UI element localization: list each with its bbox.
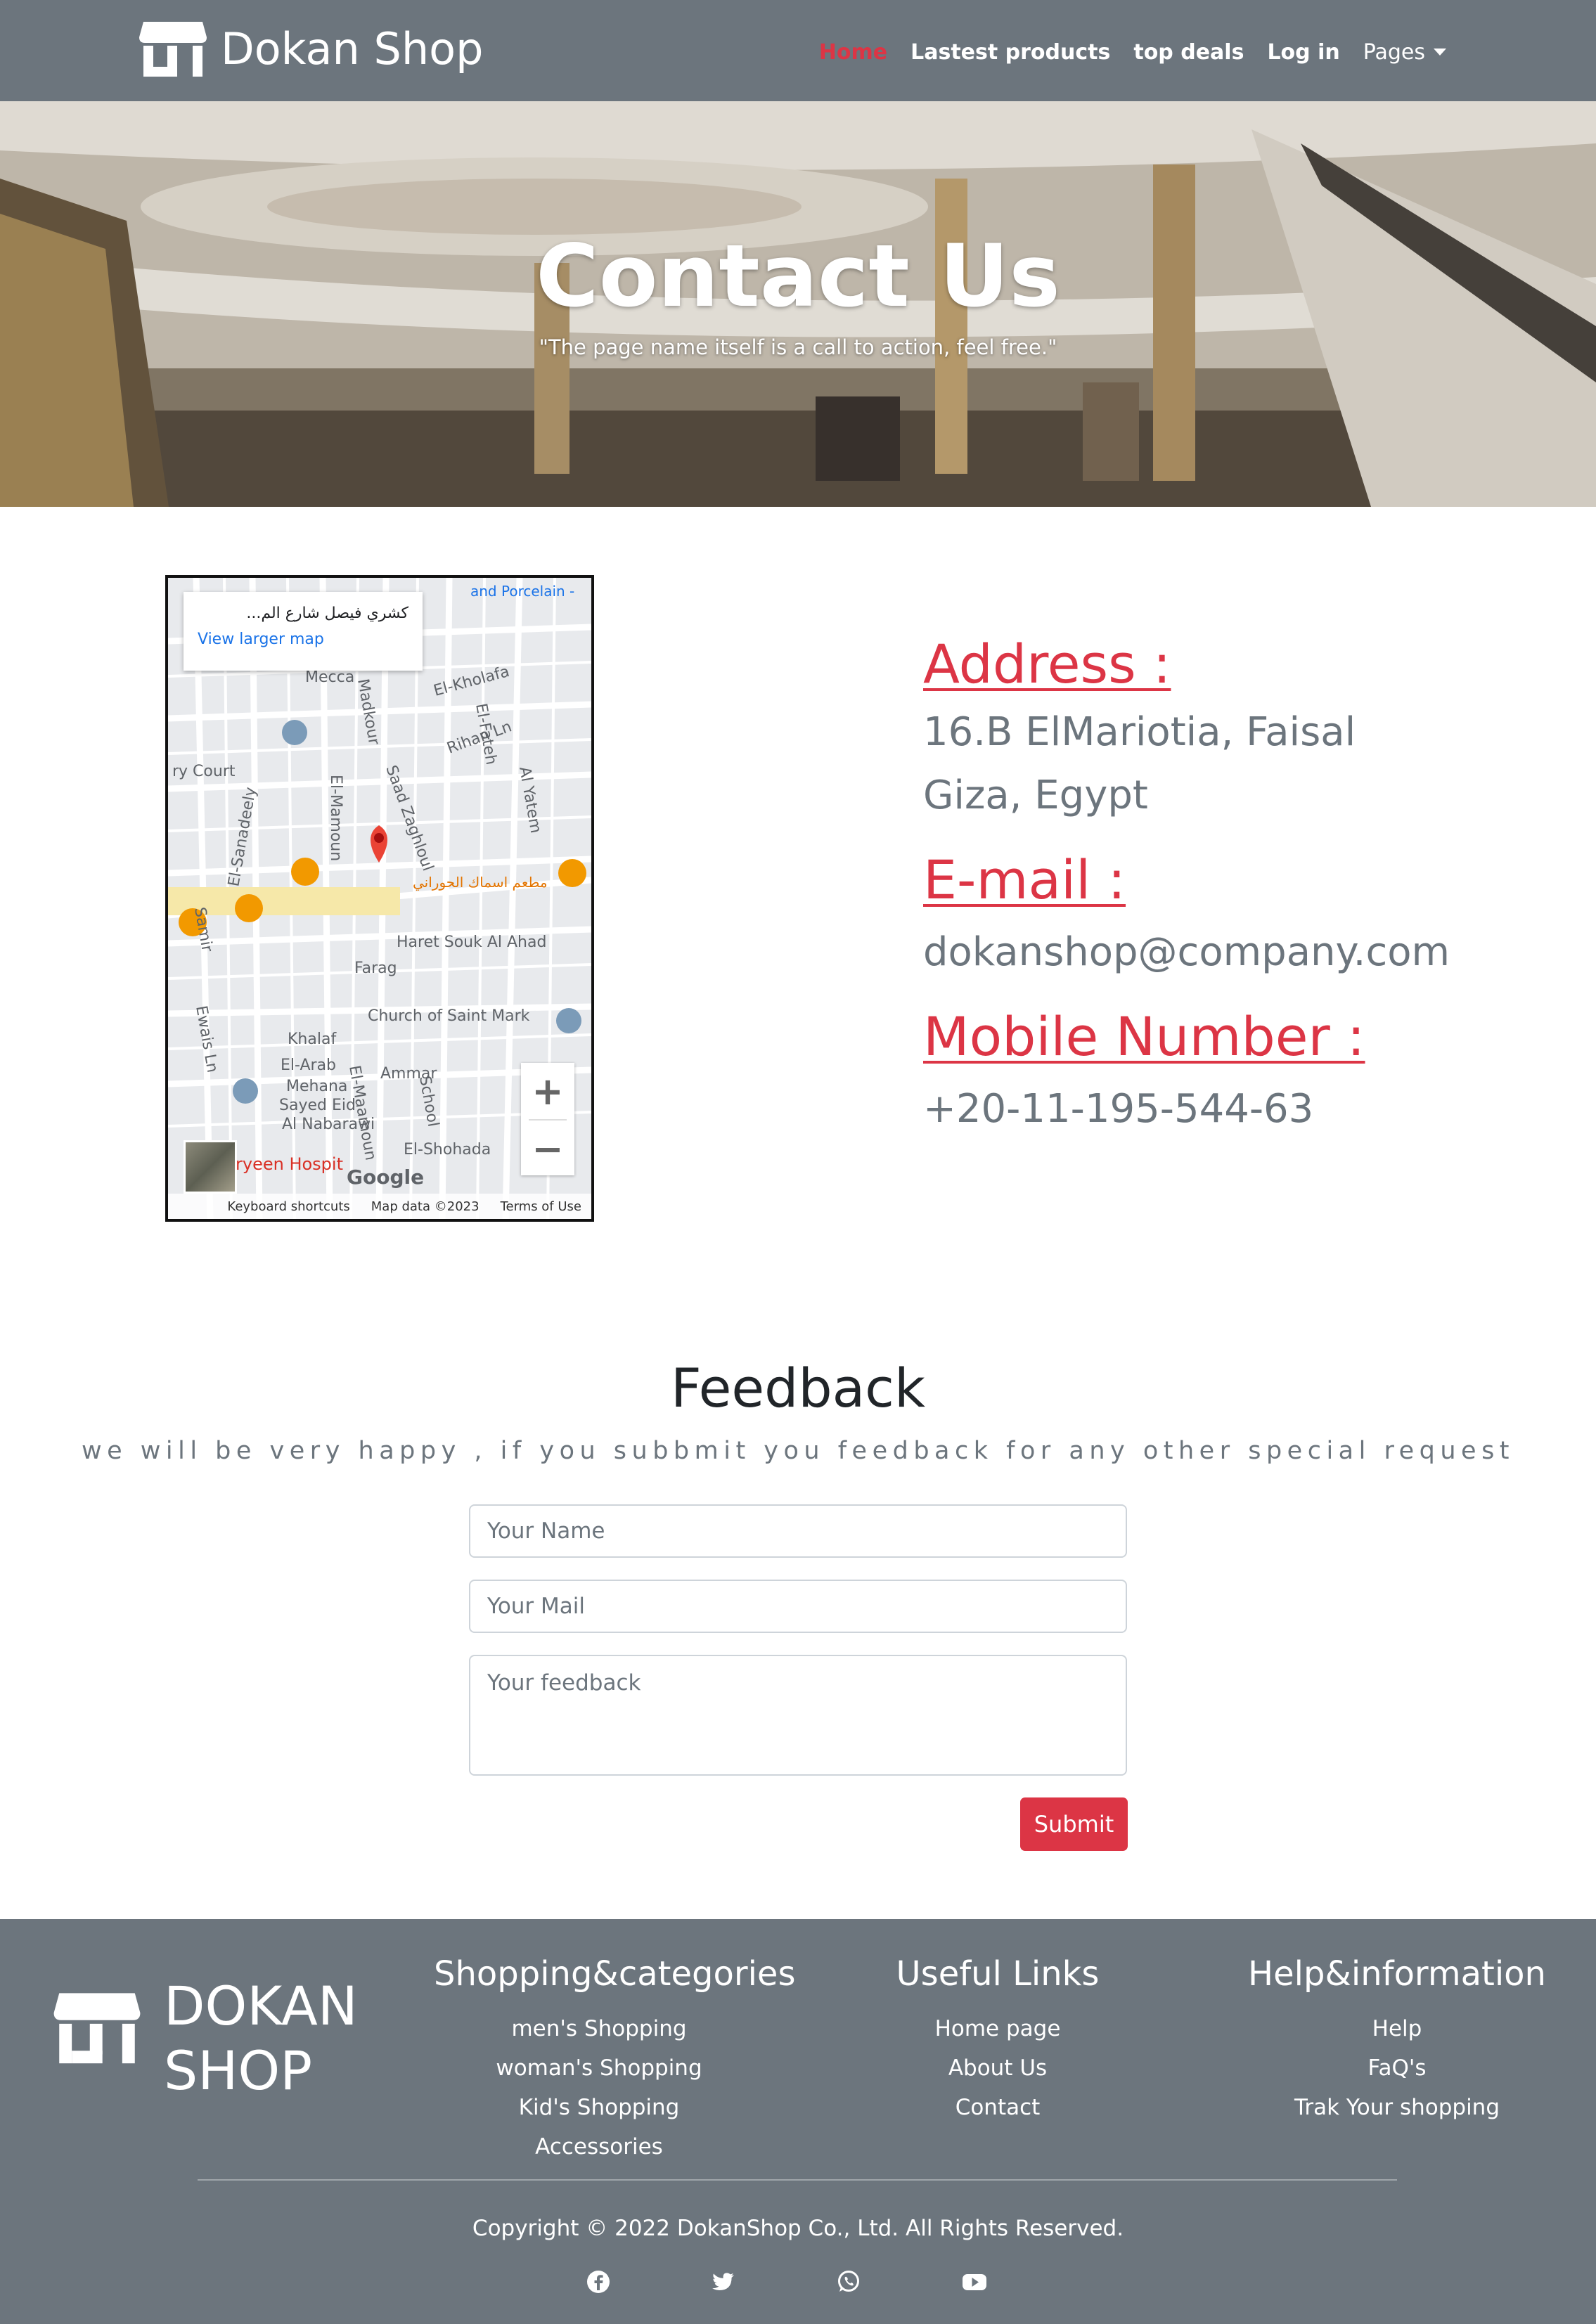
footer-link-about-us[interactable]: About Us	[871, 2048, 1124, 2088]
shop-icon	[53, 1993, 141, 2064]
caret-down-icon	[1434, 49, 1446, 56]
svg-text:El-Shohada: El-Shohada	[404, 1141, 491, 1158]
address-label: Address :	[923, 633, 1171, 695]
contact-info: Address : 16.B ElMariotia, Faisal Giza, …	[923, 633, 1528, 1141]
footer-link-mens-shopping[interactable]: men's Shopping	[434, 2009, 764, 2048]
svg-text:مطعم اسماك الحوراني: مطعم اسماك الحوراني	[413, 874, 548, 891]
twitter-icon[interactable]	[711, 2269, 736, 2294]
mobile-label: Mobile Number :	[923, 1005, 1365, 1068]
top-navbar: Dokan Shop Home Lastest products top dea…	[0, 0, 1596, 101]
footer-divider	[198, 2179, 1397, 2181]
footer-link-home-page[interactable]: Home page	[871, 2009, 1124, 2048]
svg-text:ry Court: ry Court	[172, 763, 236, 780]
footer-col-title: Shopping&categories	[434, 1954, 796, 1994]
google-logo: Google	[347, 1166, 425, 1189]
satellite-toggle[interactable]	[184, 1140, 237, 1194]
feedback-subtitle: we will be very happy , if you subbmit y…	[81, 1437, 1515, 1465]
terms-of-use-link[interactable]: Terms of Use	[501, 1199, 581, 1214]
mobile-value[interactable]: +20-11-195-544-63	[923, 1078, 1528, 1141]
svg-text:Church of Saint Mark: Church of Saint Mark	[368, 1007, 530, 1025]
footer-shopping-categories: Shopping&categories men's Shopping woman…	[434, 1954, 796, 2167]
view-larger-map-link[interactable]: View larger map	[198, 631, 408, 648]
svg-text:El-Mamoun: El-Mamoun	[327, 775, 345, 861]
footer-link-kids-shopping[interactable]: Kid's Shopping	[434, 2088, 764, 2127]
footer-link-womans-shopping[interactable]: woman's Shopping	[434, 2048, 764, 2088]
whatsapp-icon[interactable]	[836, 2269, 861, 2294]
hero-banner: Contact Us "The page name itself is a ca…	[0, 101, 1596, 507]
brand-name: Dokan Shop	[221, 22, 484, 75]
page-title: Contact Us	[536, 226, 1060, 326]
map-zoom-controls: + −	[521, 1063, 574, 1175]
map-place-card: كشري فيصل شارع الم... View larger map	[184, 592, 423, 671]
footer-link-track-shopping[interactable]: Trak Your shopping	[1237, 2088, 1557, 2127]
map-data-label: Map data ©2023	[371, 1199, 480, 1214]
svg-text:and Porcelain -: and Porcelain -	[470, 583, 574, 600]
feedback-textarea[interactable]: Your feedback	[469, 1655, 1127, 1776]
submit-button[interactable]: Submit	[1020, 1797, 1128, 1851]
email-label: E-mail :	[923, 848, 1126, 911]
footer-col-title: Useful Links	[896, 1954, 1100, 1994]
name-input[interactable]: Your Name	[469, 1504, 1127, 1558]
brand-logo-link[interactable]: Dokan Shop	[138, 17, 483, 80]
svg-text:Sayed Eid: Sayed Eid	[279, 1097, 356, 1114]
footer-link-faqs[interactable]: FaQ's	[1237, 2048, 1557, 2088]
footer-useful-links: Useful Links Home page About Us Contact	[871, 1954, 1124, 2127]
footer-link-help[interactable]: Help	[1237, 2009, 1557, 2048]
footer-col-title: Help&information	[1248, 1954, 1546, 1994]
map-attribution: Keyboard shortcuts Map data ©2023 Terms …	[168, 1194, 591, 1219]
zoom-in-button[interactable]: +	[521, 1063, 574, 1119]
page-subtitle: "The page name itself is a call to actio…	[539, 335, 1057, 359]
svg-text:Farag: Farag	[354, 960, 397, 977]
email-value[interactable]: dokanshop@company.com	[923, 921, 1528, 984]
feedback-title: Feedback	[671, 1357, 925, 1419]
map-place-title: كشري فيصل شارع الم...	[246, 605, 408, 622]
keyboard-shortcuts-link[interactable]: Keyboard shortcuts	[227, 1199, 349, 1214]
zoom-out-button[interactable]: −	[521, 1121, 574, 1177]
svg-text:Haret Souk Al Ahad: Haret Souk Al Ahad	[397, 934, 546, 951]
svg-text:Mecca: Mecca	[305, 669, 354, 686]
copyright-text: Copyright © 2022 DokanShop Co., Ltd. All…	[472, 2216, 1124, 2241]
svg-text:Khalaf: Khalaf	[288, 1031, 337, 1048]
mail-input[interactable]: Your Mail	[469, 1580, 1127, 1633]
nav-log-in[interactable]: Log in	[1267, 40, 1339, 65]
shop-icon	[139, 22, 207, 77]
svg-text:Mehana: Mehana	[286, 1078, 347, 1095]
youtube-icon[interactable]	[962, 2269, 987, 2294]
site-footer: DOKAN SHOP Shopping&categories men's Sho…	[0, 1919, 1596, 2324]
nav-menu: Home Lastest products top deals Log in P…	[819, 31, 1446, 73]
svg-text:El-Arab: El-Arab	[281, 1057, 336, 1074]
footer-help-information: Help&information Help FaQ's Trak Your sh…	[1237, 1954, 1557, 2127]
nav-top-deals[interactable]: top deals	[1133, 40, 1244, 65]
nav-home[interactable]: Home	[819, 40, 887, 65]
footer-brand-line-1: DOKAN	[164, 1975, 358, 2037]
nav-pages-dropdown[interactable]: Pages	[1363, 40, 1446, 65]
svg-text:ryeen Hospit: ryeen Hospit	[236, 1154, 343, 1174]
facebook-icon[interactable]	[586, 2269, 611, 2294]
footer-brand-line-2: SHOP	[164, 2039, 313, 2102]
address-line-1: 16.B ElMariotia, Faisal	[923, 709, 1356, 755]
footer-brand: DOKAN SHOP	[164, 1974, 358, 2103]
nav-latest-products[interactable]: Lastest products	[910, 40, 1110, 65]
footer-link-accessories[interactable]: Accessories	[434, 2127, 764, 2167]
address-line-2: Giza, Egypt	[923, 773, 1148, 818]
footer-link-contact[interactable]: Contact	[871, 2088, 1124, 2127]
nav-pages-label: Pages	[1363, 39, 1425, 65]
embedded-map[interactable]: Mecca El-Kholafa Rihan Ln ry Court El-Ma…	[165, 575, 594, 1222]
